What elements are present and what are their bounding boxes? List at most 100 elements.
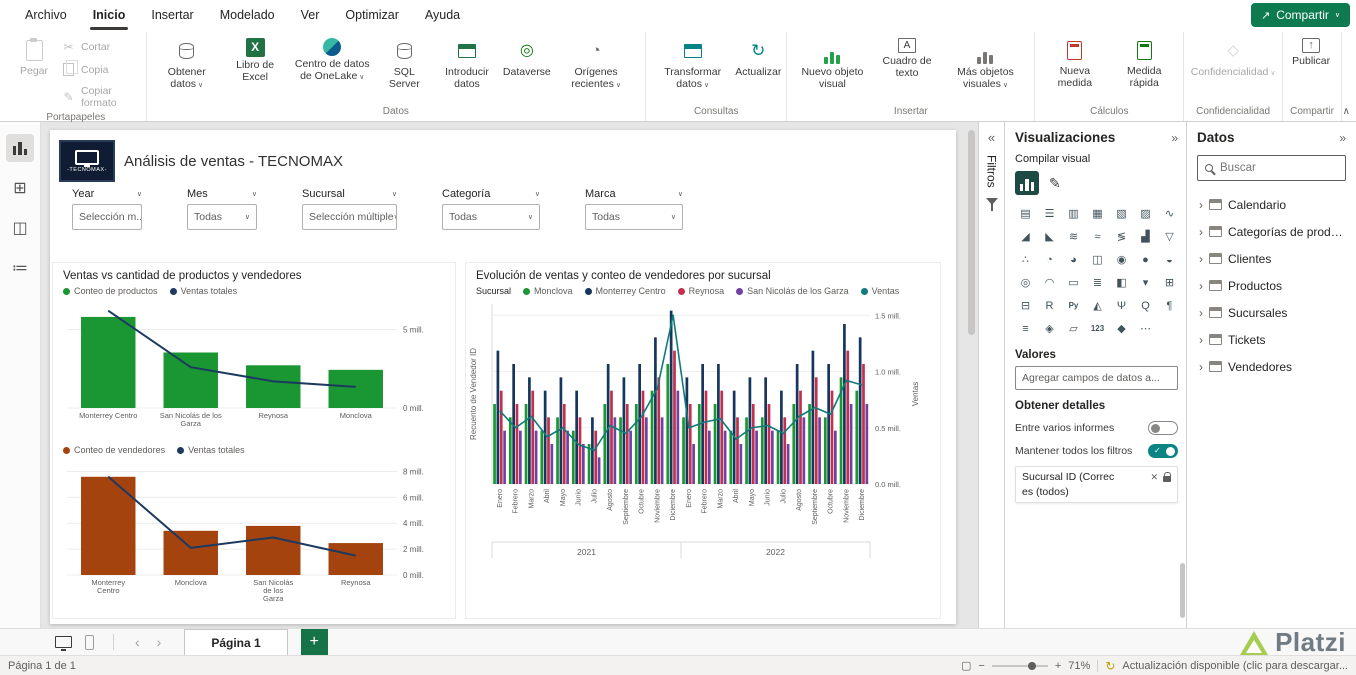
visual-type-metrics-icon[interactable]: 123 (1087, 318, 1108, 339)
visual-type-gauge-icon[interactable]: ◠ (1039, 272, 1060, 293)
confidencialidad-button[interactable]: ◇ Confidencialidad ∨ (1189, 34, 1277, 81)
visual-type-multirow-card-icon[interactable]: ≣ (1087, 272, 1108, 293)
visualizations-scrollbar[interactable] (1180, 563, 1185, 618)
visual-type-paginated-report-icon[interactable]: ≡ (1015, 318, 1036, 339)
table-item-vendedores[interactable]: › Vendedores (1197, 353, 1346, 380)
report-view-icon[interactable] (6, 134, 34, 162)
visual-type-kpi-icon[interactable]: ◧ (1111, 272, 1132, 293)
visual-type-slicer-icon[interactable]: ▾ (1135, 272, 1156, 293)
visual-type-arcgis-icon[interactable]: ◈ (1039, 318, 1060, 339)
format-visual-icon[interactable]: ✎ (1049, 175, 1061, 192)
pegar-button[interactable]: Pegar (11, 34, 57, 80)
centro-de-datos-de-onelake-button[interactable]: Centro de datos de OneLake ∨ (288, 34, 376, 85)
fit-to-page-icon[interactable]: ▢ (961, 659, 971, 672)
update-available-text[interactable]: Actualización disponible (clic para desc… (1122, 660, 1348, 672)
share-button[interactable]: ↗ Compartir ∨ (1250, 3, 1350, 27)
visual-type-ribbon-icon[interactable]: ≶ (1111, 226, 1132, 247)
visual-type-stacked-bar-icon[interactable]: ▤ (1015, 203, 1036, 224)
zoom-in-icon[interactable]: + (1055, 660, 1061, 672)
menu-archivo[interactable]: Archivo (12, 0, 80, 30)
visual-type-azure-map-icon[interactable]: ◎ (1015, 272, 1036, 293)
visual-type-clustered-bar-icon[interactable]: ☰ (1039, 203, 1060, 224)
publicar-button[interactable]: ↑ Publicar (1288, 34, 1334, 70)
build-visual-icon[interactable] (1015, 171, 1039, 195)
visual-type-treemap-icon[interactable]: ◫ (1087, 249, 1108, 270)
zoom-slider-knob[interactable] (1027, 661, 1036, 670)
visual-type-line-icon[interactable]: ∿ (1159, 203, 1180, 224)
visual-type-card-icon[interactable]: ▭ (1063, 272, 1084, 293)
collapse-visualizations-icon[interactable]: » (1171, 131, 1178, 145)
table-item-tickets[interactable]: › Tickets (1197, 326, 1346, 353)
visual-type-stacked-area-icon[interactable]: ◣ (1039, 226, 1060, 247)
libro-de-excel-button[interactable]: X Libro de Excel (223, 34, 287, 86)
visual-type-smart-narrative-icon[interactable]: ¶ (1159, 295, 1180, 316)
visual-evolucion-ventas[interactable]: Evolución de ventas y conteo de vendedor… (465, 262, 941, 619)
copiar-formato-button[interactable]: ✎ Copiar formato (58, 84, 141, 110)
menu-modelado[interactable]: Modelado (207, 0, 288, 30)
mas-objetos-visuales-button[interactable]: Más objetos visuales ∨ (941, 34, 1029, 93)
slicer-dropdown[interactable]: Todas ∨ (442, 204, 540, 230)
dataverse-button[interactable]: ◎ Dataverse (503, 34, 552, 81)
visual-type-matrix-icon[interactable]: ⊟ (1015, 295, 1036, 316)
menu-ayuda[interactable]: Ayuda (412, 0, 473, 30)
slicer-dropdown[interactable]: Selección m...∨ (72, 204, 142, 230)
zoom-slider[interactable] (991, 661, 1048, 670)
menu-inicio[interactable]: Inicio (80, 0, 139, 30)
visual-type-r-script-icon[interactable]: R (1039, 295, 1060, 316)
page-tab[interactable]: Página 1 (184, 628, 288, 656)
visual-type-map-icon[interactable]: ◉ (1111, 249, 1132, 270)
visual-type-key-influencers-icon[interactable]: ◭ (1087, 295, 1108, 316)
dax-query-view-icon[interactable]: ≔ (6, 254, 34, 282)
copia-button[interactable]: Copia (58, 60, 141, 79)
visual-type-line-clustered-column-icon[interactable]: ≈ (1087, 226, 1108, 247)
medida-rapida-button[interactable]: Medida rápida (1110, 34, 1178, 92)
transformar-datos-button[interactable]: Transformar datos ∨ (651, 34, 734, 93)
visual-type-power-apps-icon[interactable]: ▱ (1063, 318, 1084, 339)
visual-type-clustered-column-icon[interactable]: ▦ (1087, 203, 1108, 224)
visual-type-pie-icon[interactable]: ◔ (1039, 249, 1060, 270)
visual-type-stacked-column-icon[interactable]: ▥ (1063, 203, 1084, 224)
visual-ventas-vs-cantidad[interactable]: Ventas vs cantidad de productos y vended… (52, 262, 456, 619)
scrollbar-thumb[interactable] (968, 130, 975, 335)
canvas-scrollbar[interactable] (967, 130, 976, 624)
visual-type-waterfall-icon[interactable]: ▟ (1135, 226, 1156, 247)
menu-optimizar[interactable]: Optimizar (332, 0, 411, 30)
add-data-fields-well[interactable]: Agregar campos de datos a... (1015, 366, 1178, 390)
vendedores-combo-chart[interactable]: 0 mill.2 mill.4 mill.6 mill.8 mill.Monte… (53, 457, 445, 607)
remove-field-icon[interactable]: ✕ (1150, 472, 1158, 483)
visual-type-shape-map-icon[interactable]: ◒ (1159, 249, 1180, 270)
slicer-header[interactable]: Categoría ∨ (442, 188, 540, 200)
new-page-button[interactable]: + (300, 628, 328, 656)
visual-type-goals-icon[interactable]: ◆ (1111, 318, 1132, 339)
table-item-calendario[interactable]: › Calendario (1197, 191, 1346, 218)
cortar-button[interactable]: ✂ Cortar (58, 38, 141, 55)
origenes-recientes-button[interactable]: ◔ Orígenes recientes ∨ (552, 34, 640, 93)
model-view-icon[interactable]: ◫ (6, 214, 34, 242)
data-view-icon[interactable]: ⊞ (6, 174, 34, 202)
table-item-productos[interactable]: › Productos (1197, 272, 1346, 299)
expand-filters-icon[interactable]: « (988, 130, 995, 145)
visual-type-scatter-icon[interactable]: ∴ (1015, 249, 1036, 270)
actualizar-button[interactable]: ↻ Actualizar (735, 34, 781, 81)
table-item-sucursales[interactable]: › Sucursales (1197, 299, 1346, 326)
collapse-data-icon[interactable]: » (1339, 131, 1346, 145)
visual-type-filled-map-icon[interactable]: ● (1135, 249, 1156, 270)
desktop-view-icon[interactable] (55, 636, 72, 651)
visual-type-table-icon[interactable]: ⊞ (1159, 272, 1180, 293)
visual-type-qa-icon[interactable]: Q (1135, 295, 1156, 316)
visual-type-decomposition-tree-icon[interactable]: Ψ (1111, 295, 1132, 316)
table-item-clientes[interactable]: › Clientes (1197, 245, 1346, 272)
slicer-header[interactable]: Sucursal ∨ (302, 188, 397, 200)
slicer-dropdown[interactable]: Selección múltiple∨ (302, 204, 397, 230)
zoom-out-icon[interactable]: − (978, 660, 984, 672)
slicer-header[interactable]: Marca ∨ (585, 188, 683, 200)
prev-page-icon[interactable]: ‹ (133, 634, 142, 650)
collapse-ribbon-icon[interactable]: ∧ (1343, 106, 1350, 117)
menu-ver[interactable]: Ver (288, 0, 333, 30)
slicer-header[interactable]: Year ∨ (72, 188, 142, 200)
visual-type-funnel-icon[interactable]: ▽ (1159, 226, 1180, 247)
visual-type-line-stacked-column-icon[interactable]: ≋ (1063, 226, 1084, 247)
nueva-medida-button[interactable]: Nueva medida (1040, 34, 1109, 92)
build-visual-tab-label[interactable]: Compilar visual (1015, 153, 1178, 165)
visual-type-100-stacked-bar-icon[interactable]: ▧ (1111, 203, 1132, 224)
